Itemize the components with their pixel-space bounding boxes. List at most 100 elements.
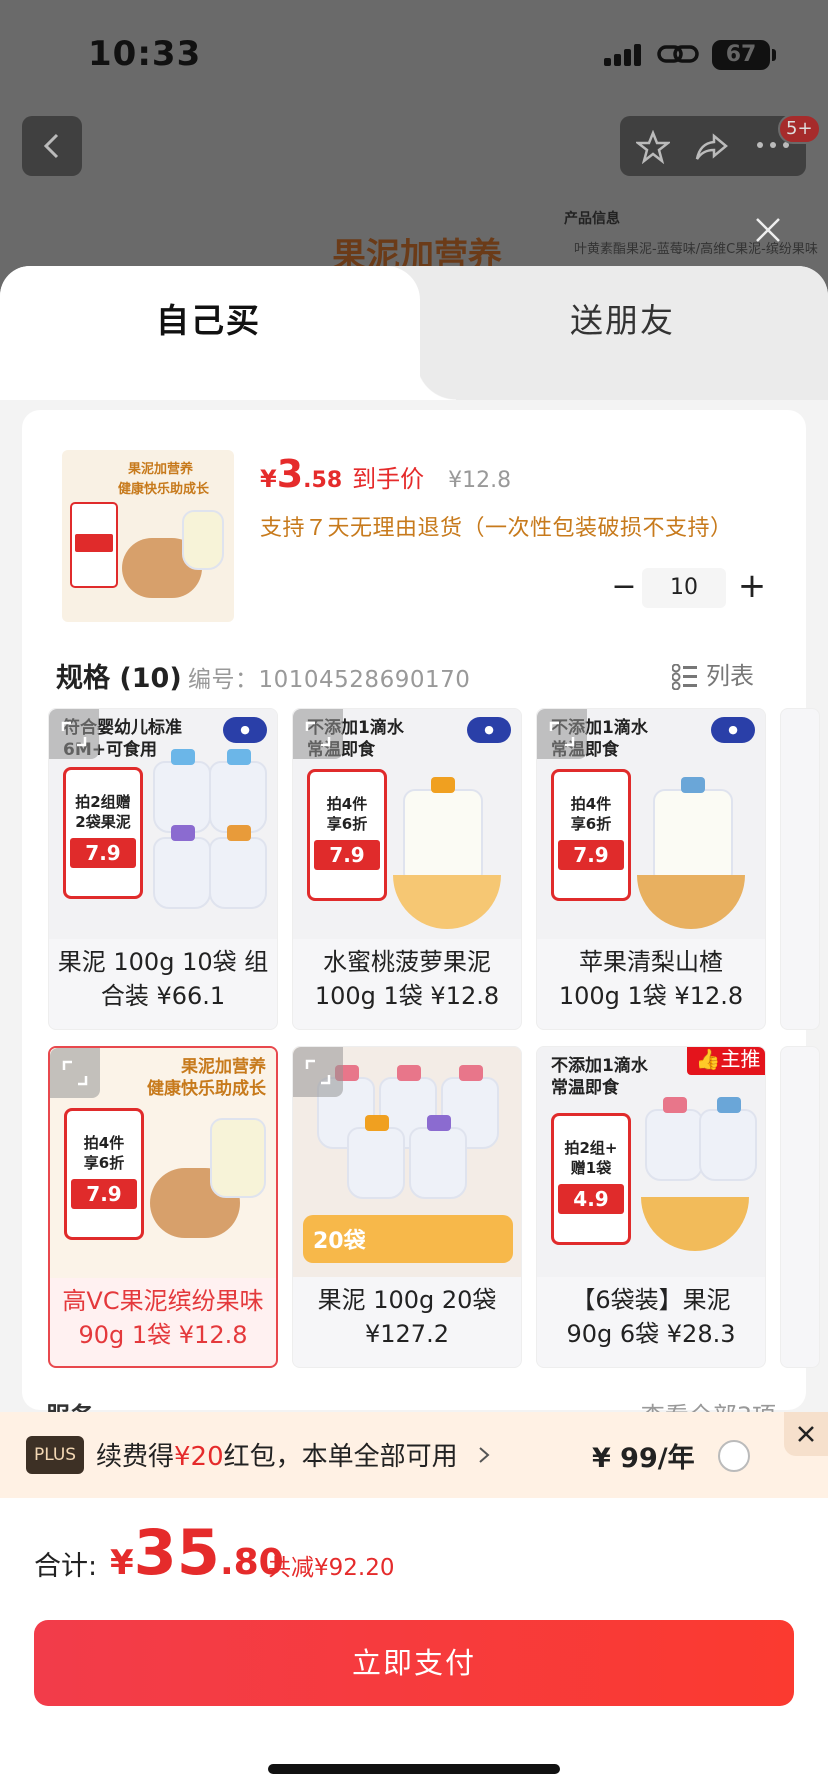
variant-image: 不添加1滴水常温即食 ● 拍4件享6折 7.9 <box>537 709 765 939</box>
status-time: 10:33 <box>88 34 202 74</box>
variant-option[interactable]: 不添加1滴水常温即食 ● 拍4件享6折 7.9 苹果清梨山楂 100g 1袋 ¥… <box>536 708 766 1030</box>
variant-option[interactable]: 不添加1滴水 常温即食 拍2组+ 赠1袋 4.9 👍主推 【6袋装】果泥 90g 6… <box>536 1046 766 1368</box>
close-icon[interactable] <box>752 214 784 246</box>
variant-promo-text: 拍2组赠 2袋果泥 <box>75 793 131 831</box>
tab-self[interactable]: 自己买 <box>0 266 456 400</box>
quantity-input[interactable]: 10 <box>642 568 726 608</box>
total-integer: 35 <box>133 1516 220 1589</box>
thumbs-up-icon: 👍 <box>695 1047 721 1071</box>
variant-image-headline: 果泥加营养 健康快乐助成长 <box>147 1057 266 1099</box>
image-sachet <box>182 510 224 570</box>
battery-icon: 67 <box>712 40 776 70</box>
variant-promo-tag: 拍4件 享6折 7.9 <box>307 769 387 901</box>
image-slogan-2: 健康快乐助成长 <box>118 482 210 497</box>
variant-image: 果泥加营养 健康快乐助成长 拍4件 享6折 7.9 <box>50 1048 276 1278</box>
quantity-plus-button[interactable]: + <box>732 566 772 606</box>
home-indicator <box>268 1764 560 1774</box>
variant-promo-tag: 拍2组赠 2袋果泥 7.9 <box>63 767 143 899</box>
share-icon[interactable] <box>694 130 730 164</box>
plus-close-button[interactable] <box>784 1412 828 1456</box>
price-currency: ¥ <box>260 465 277 493</box>
price-decimal: .58 <box>303 468 343 493</box>
variant-option-selected[interactable]: 果泥加营养 健康快乐助成长 拍4件 享6折 7.9 高VC果泥缤纷果味 90g 1袋… <box>48 1046 278 1368</box>
price-row: ¥3.58 到手价 ¥12.8 <box>260 452 512 496</box>
variant-image: 不添加1滴水 常温即食 拍2组+ 赠1袋 4.9 👍主推 <box>537 1047 765 1277</box>
image-slogan-1: 果泥加营养 <box>128 462 194 477</box>
plus-text-highlight: ¥20 <box>174 1442 224 1472</box>
checkout-bar: 合计: ¥35.80 共减¥92.20 立即支付 <box>0 1498 828 1792</box>
signal-icon <box>604 44 644 66</box>
link-icon <box>657 45 699 63</box>
total-discount: 共减¥92.20 <box>268 1555 395 1581</box>
variant-promo-tag: 拍4件 享6折 7.9 <box>551 769 631 901</box>
total-currency: ¥ <box>110 1543 134 1583</box>
expand-icon[interactable] <box>50 1048 100 1098</box>
variant-promo-tag: 拍2组+ 赠1袋 4.9 <box>551 1113 631 1245</box>
variant-label: 水蜜桃菠萝果泥 100g 1袋 ¥12.8 <box>314 948 500 1010</box>
variant-promo-price: 4.9 <box>558 1184 624 1214</box>
variant-promo-price: 7.9 <box>71 1179 137 1209</box>
expand-icon[interactable] <box>537 709 587 759</box>
variant-image: 不添加1滴水常温即食 ● 拍4件享6折 7.9 <box>293 709 521 939</box>
expand-icon[interactable] <box>49 709 99 759</box>
expand-icon[interactable] <box>293 709 343 759</box>
list-icon <box>671 663 697 691</box>
expand-icon[interactable] <box>293 1047 343 1097</box>
variant-banner: 20袋 <box>303 1215 513 1263</box>
total-label: 合计: <box>34 1551 98 1582</box>
variant-promo-text: 拍2组+ 赠1袋 <box>564 1139 618 1177</box>
image-promo-tag <box>70 502 118 588</box>
price-tag: 到手价 <box>352 465 425 493</box>
tab-self-label: 自己买 <box>156 301 261 340</box>
variant-promo-text: 20袋 <box>313 1229 366 1254</box>
pay-now-button[interactable]: 立即支付 <box>34 1620 794 1706</box>
variant-label: 【6袋装】果泥 90g 6袋 ¥28.3 <box>566 1286 736 1348</box>
star-icon[interactable] <box>636 130 670 164</box>
variant-promo-price: 7.9 <box>314 840 380 870</box>
battery-level: 67 <box>725 42 757 67</box>
variant-promo-text: 拍4件 享6折 <box>570 795 612 833</box>
plus-price: ¥ 99/年 <box>592 1443 695 1474</box>
variant-option[interactable]: 不添加1滴水常温即食 ● 拍4件享6折 7.9 水蜜桃菠萝果泥 100g 1袋 … <box>292 708 522 1030</box>
original-price: ¥12.8 <box>448 468 512 493</box>
background-info-title: 产品信息 <box>564 211 620 227</box>
brand-logo: ● <box>223 717 267 743</box>
plus-text-pre: 续费得 <box>96 1442 175 1472</box>
variant-option-partial[interactable] <box>780 708 820 1030</box>
variant-label: 果泥 100g 10袋 组合装 ¥66.1 <box>57 948 269 1010</box>
variant-option-partial[interactable] <box>780 1046 820 1368</box>
price-integer: 3 <box>276 452 304 496</box>
recommend-label: 主推 <box>720 1047 761 1071</box>
chevron-left-icon <box>43 133 59 159</box>
product-image: 果泥加营养 健康快乐助成长 <box>62 450 234 622</box>
tab-bar: 自己买 送朋友 <box>0 266 828 400</box>
plus-radio[interactable] <box>718 1440 750 1472</box>
product-card: 果泥加营养 健康快乐助成长 ¥3.58 到手价 ¥12.8 支持７天无理由退货（一次… <box>22 410 820 1410</box>
back-button[interactable] <box>22 116 82 176</box>
list-toggle-label: 列表 <box>706 662 754 690</box>
variant-promo-text: 拍4件 享6折 <box>326 795 368 833</box>
total-price: ¥35.80 <box>110 1516 284 1589</box>
chevron-right-icon <box>479 1447 490 1463</box>
plus-membership-bar[interactable]: PLUS 续费得¥20红包，本单全部可用 ¥ 99/年 <box>0 1412 828 1498</box>
brand-logo: ● <box>711 717 755 743</box>
plus-text-post: 红包，本单全部可用 <box>223 1442 458 1472</box>
plus-badge: PLUS <box>26 1436 84 1474</box>
status-bar: 10:33 67 <box>0 0 828 110</box>
variant-image: 20袋 <box>293 1047 521 1277</box>
variant-promo-price: 7.9 <box>70 838 136 868</box>
variant-image-headline: 不添加1滴水常温即食 <box>551 1056 648 1098</box>
list-view-toggle[interactable]: 列表 <box>671 656 754 691</box>
variant-option[interactable]: 20袋 果泥 100g 20袋 ¥127.2 <box>292 1046 522 1368</box>
tab-friend[interactable]: 送朋友 <box>570 294 675 342</box>
message-badge: 5+ <box>778 114 821 144</box>
variant-promo-tag: 拍4件 享6折 7.9 <box>64 1108 144 1240</box>
plus-offer-text: 续费得¥20红包，本单全部可用 <box>96 1436 492 1473</box>
spec-code: 编号：10104528690170 <box>188 667 471 693</box>
variant-option[interactable]: 符合婴幼儿标准 6M+可食用 ● 拍2组赠 2袋果泥 7.9 果泥 100g 10袋… <box>48 708 278 1030</box>
quantity-minus-button[interactable]: − <box>606 568 642 608</box>
variant-label: 高VC果泥缤纷果味 90g 1袋 ¥12.8 <box>62 1287 264 1349</box>
brand-logo: ● <box>467 717 511 743</box>
close-icon <box>798 1426 814 1442</box>
return-policy: 支持７天无理由退货（一次性包装破损不支持） <box>260 516 733 541</box>
